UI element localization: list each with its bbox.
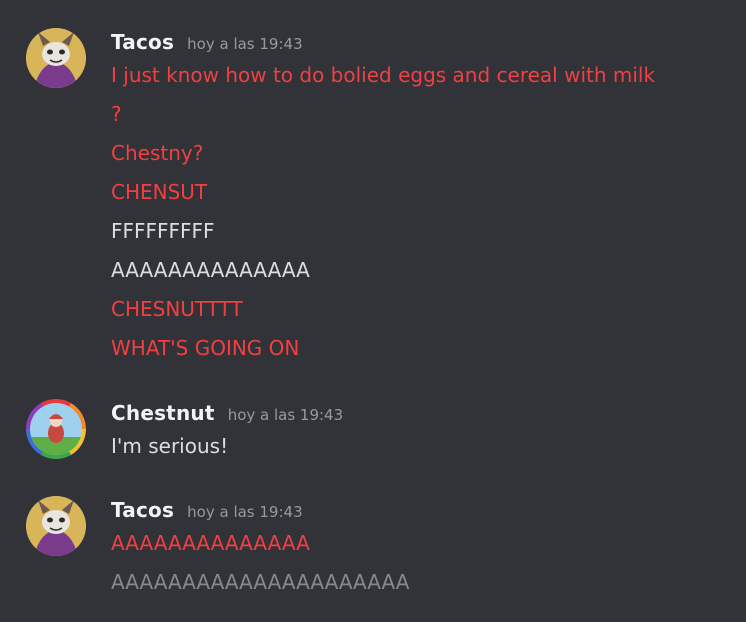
message-line: ? bbox=[111, 102, 122, 126]
username[interactable]: Tacos bbox=[111, 498, 174, 522]
timestamp: hoy a las 19:43 bbox=[187, 503, 303, 521]
username[interactable]: Chestnut bbox=[111, 401, 215, 425]
message-line: AAAAAAAAAAAAAA bbox=[111, 258, 310, 282]
user-avatar-image bbox=[26, 496, 86, 556]
message-line: Chestny? bbox=[111, 141, 204, 165]
message-header: Chestnut hoy a las 19:43 bbox=[111, 401, 343, 425]
message-header: Tacos hoy a las 19:43 bbox=[111, 30, 303, 54]
message-line: FFFFFFFFF bbox=[111, 219, 215, 243]
message-line: AAAAAAAAAAAAAAAAAAAAA bbox=[111, 570, 410, 594]
message-line: I'm serious! bbox=[111, 434, 229, 458]
user-avatar-image bbox=[26, 399, 86, 459]
timestamp: hoy a las 19:43 bbox=[187, 35, 303, 53]
message-line: AAAAAAAAAAAAAA bbox=[111, 531, 310, 555]
message-line: WHAT'S GOING ON bbox=[111, 336, 300, 360]
timestamp: hoy a las 19:43 bbox=[227, 406, 344, 424]
user-avatar-image bbox=[26, 28, 86, 88]
avatar[interactable] bbox=[26, 399, 86, 459]
avatar[interactable] bbox=[26, 28, 86, 88]
message-header: Tacos hoy a las 19:43 bbox=[111, 498, 303, 522]
message-line: I just know how to do bolied eggs and ce… bbox=[111, 63, 656, 87]
username[interactable]: Tacos bbox=[111, 30, 174, 54]
message-line: CHENSUT bbox=[111, 180, 208, 204]
chat-message-list: Tacos hoy a las 19:43 I just know how to… bbox=[0, 0, 746, 622]
message-line: CHESNUTTTT bbox=[111, 297, 243, 321]
avatar[interactable] bbox=[26, 496, 86, 556]
